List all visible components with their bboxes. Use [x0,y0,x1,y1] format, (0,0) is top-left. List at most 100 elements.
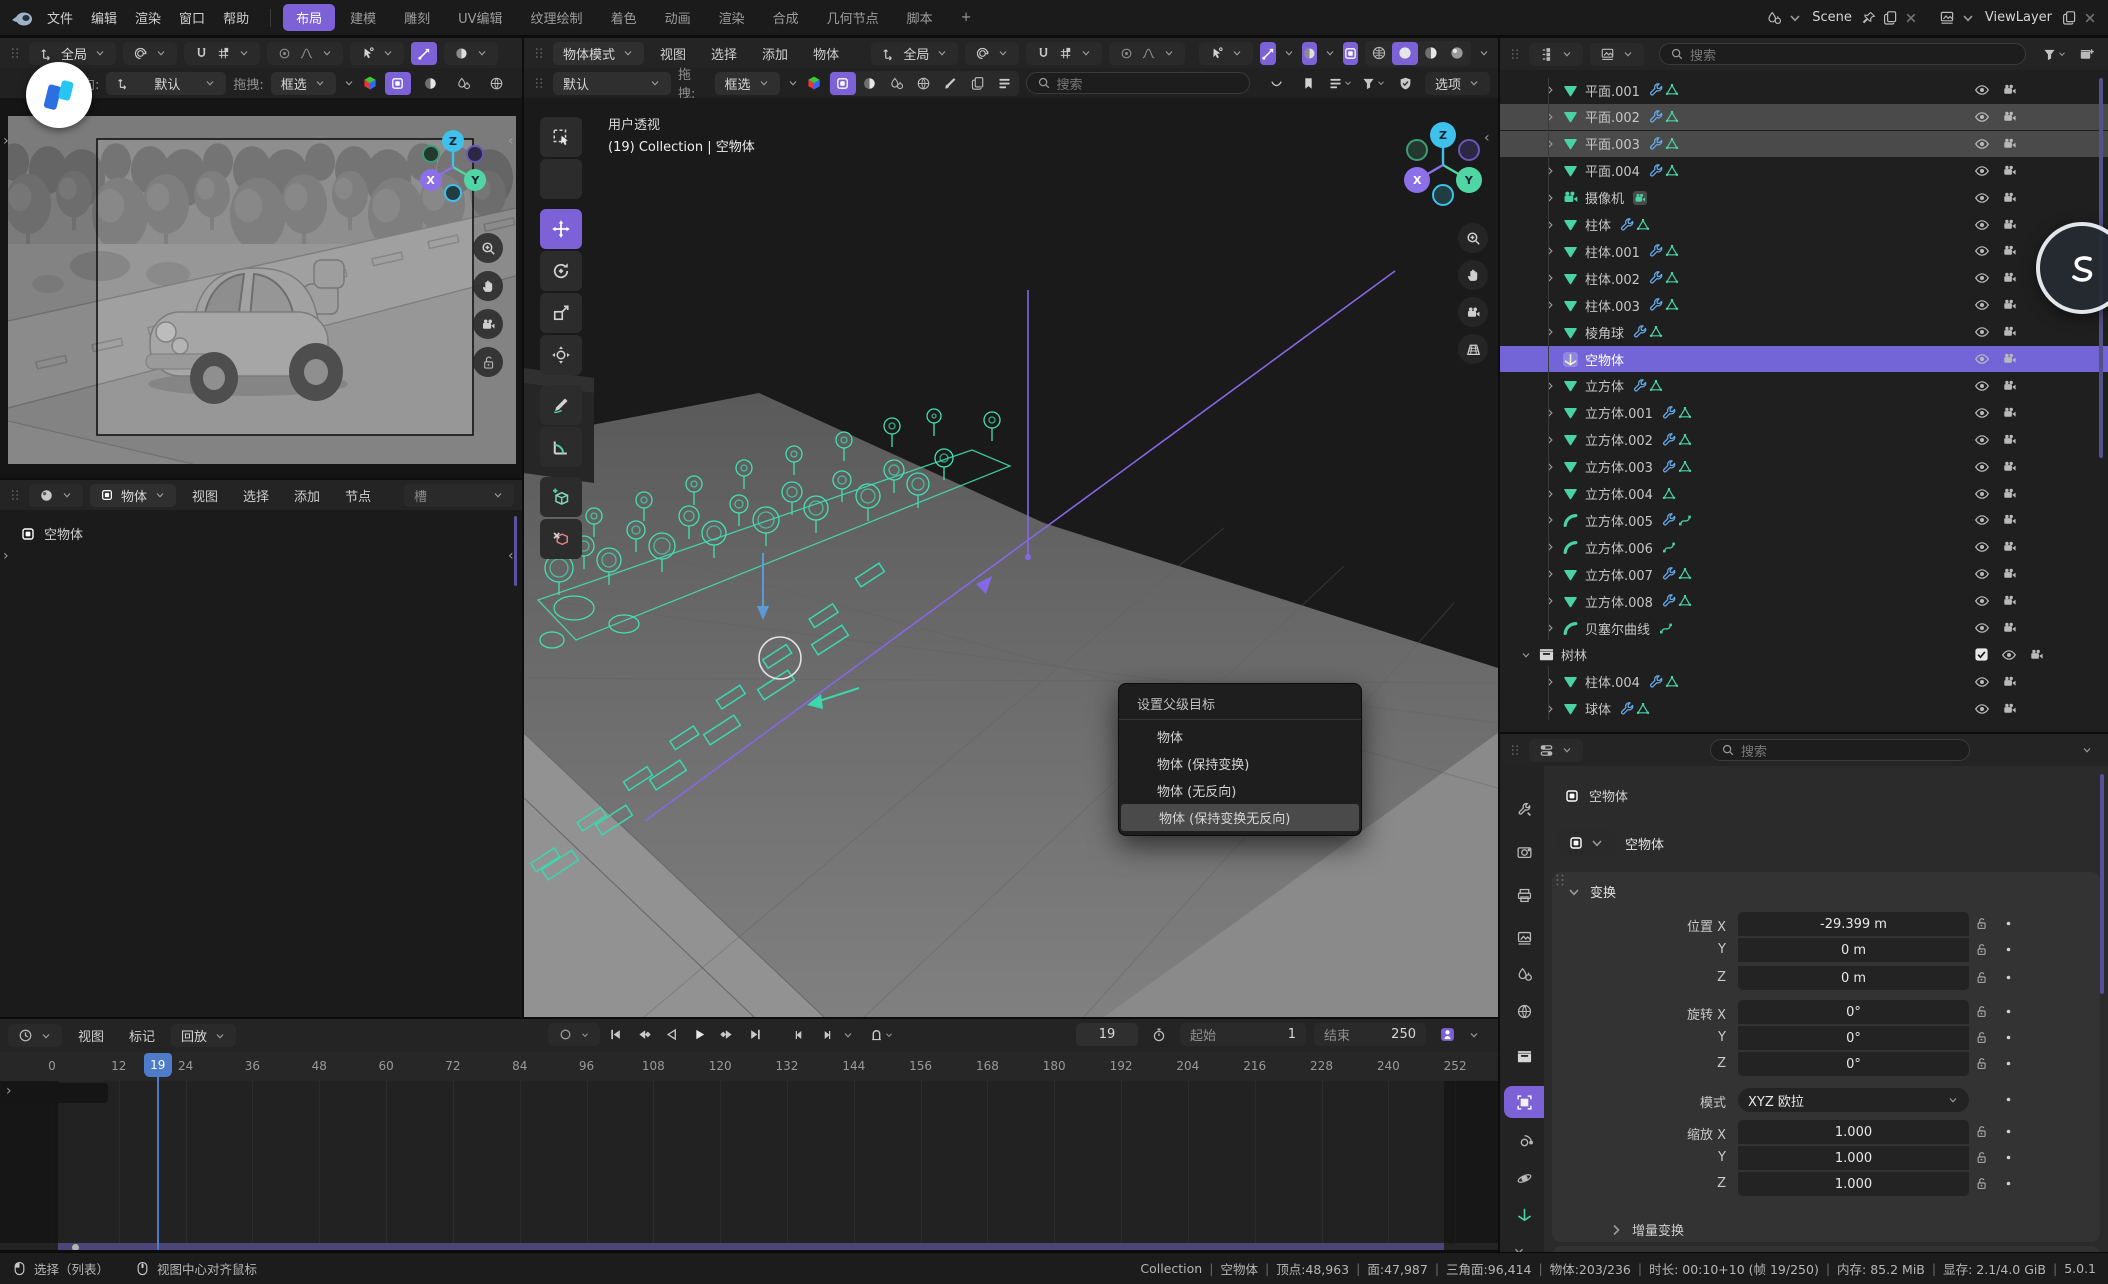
properties-tab-collection[interactable] [1504,1040,1544,1072]
scene-icon[interactable] [1766,10,1782,26]
eye-icon[interactable] [1974,566,1990,582]
editor-type-selector[interactable] [29,484,83,507]
camera-visibility-icon[interactable] [2002,486,2018,502]
outliner-row[interactable]: 贝塞尔曲线 [1500,615,2108,641]
eye-icon[interactable] [1974,459,1990,475]
transform-value-field[interactable]: 0 m [1738,938,1969,962]
outliner-row[interactable]: 摄像机 [1500,185,2108,211]
object-name-field[interactable]: 空物体 [1625,834,1664,853]
gizmo-axis-x[interactable]: X [1404,167,1430,193]
xray-toggle[interactable] [1343,42,1358,65]
camera-visibility-icon[interactable] [2002,270,2018,286]
panel-collapse-icon[interactable]: ‹ [508,548,514,564]
lock-icon[interactable] [1974,942,1989,961]
duplicate-toggle[interactable] [965,72,991,95]
select-mode-toggle[interactable] [830,72,856,95]
animate-property-dot[interactable] [2002,1151,2015,1168]
channel-expand-icon[interactable]: › [6,1083,12,1099]
close-x-icon[interactable] [1903,10,1919,26]
zoom-in-button[interactable] [473,233,503,263]
snap-toggle[interactable] [184,42,260,65]
next-frame-button[interactable] [814,1023,840,1046]
outliner-row[interactable]: 空物体 [1500,346,2108,372]
gizmo-axis-z[interactable]: Z [1430,122,1456,148]
transform-value-field[interactable]: -29.399 m [1738,912,1969,936]
color-cube-icon[interactable] [362,75,378,91]
outliner-row[interactable]: 柱体.004 [1500,669,2108,695]
chevron-right-icon[interactable] [1544,703,1556,715]
camera-visibility-icon[interactable] [2002,593,2018,609]
tool-annotate[interactable] [540,385,582,425]
stopwatch-button[interactable] [1146,1023,1172,1046]
properties-tab-tool[interactable] [1504,793,1544,825]
topbar-menu-2[interactable]: 渲染 [126,8,170,27]
keying-set-button[interactable] [1434,1023,1460,1046]
wrench-icon[interactable] [1632,378,1648,394]
chevron-right-icon[interactable] [1544,514,1556,526]
object-id-selector[interactable] [1558,830,1615,856]
camera-visibility-icon[interactable] [2002,566,2018,582]
chevron-right-icon[interactable] [1544,568,1556,580]
chevron-down-icon[interactable] [1589,835,1605,851]
prev-keyframe-button[interactable] [630,1023,656,1046]
animate-property-dot[interactable] [2002,1093,2015,1110]
wrench-icon[interactable] [1619,701,1635,717]
lock-open-button[interactable] [473,347,503,377]
wrench-icon[interactable] [1648,297,1664,313]
wrench-icon[interactable] [1661,432,1677,448]
tool-transform[interactable] [540,335,582,375]
playback-dropdown[interactable]: 回放 [171,1024,236,1047]
workspace-tab-10[interactable]: 脚本 [894,4,946,31]
wrench-icon[interactable] [1648,270,1664,286]
orientation-selector[interactable]: 全局 [871,42,958,65]
camera-visibility-icon[interactable] [2002,432,2018,448]
camera-visibility-icon[interactable] [2002,136,2018,152]
chevron-down-icon[interactable] [1520,649,1532,661]
outliner-row[interactable]: 平面.001 [1500,77,2108,103]
timeline-menu-1[interactable]: 标记 [120,1026,164,1045]
properties-tab-world[interactable] [1504,995,1544,1027]
outliner-row[interactable]: 柱体.003 [1500,292,2108,318]
chevron-down-icon[interactable] [1324,47,1336,59]
context-menu-item-0[interactable]: 物体 [1119,723,1361,750]
tabs-overflow-icon[interactable] [1512,1244,1526,1252]
context-menu-item-3[interactable]: 物体 (保持变换无反向) [1121,804,1359,831]
lock-icon[interactable] [1974,1030,1989,1049]
timeline-menu-0[interactable]: 视图 [69,1026,113,1045]
eye-icon[interactable] [1974,701,1990,717]
ortho-grid-button[interactable] [1458,334,1488,364]
properties-tab-object-data[interactable] [1504,1198,1544,1230]
meshdata-icon[interactable] [1664,82,1680,98]
shader-menu-0[interactable]: 视图 [183,486,227,505]
camera-small-button[interactable] [473,309,503,339]
tool-add-cube[interactable] [540,477,582,517]
chevron-right-icon[interactable] [1544,434,1556,446]
lock-icon[interactable] [1974,1150,1989,1169]
shader-menu-3[interactable]: 节点 [336,486,380,505]
color-cube-icon[interactable] [806,75,822,91]
wrench-icon[interactable] [1619,217,1635,233]
chevron-right-icon[interactable] [1544,111,1556,123]
eye-icon[interactable] [1974,163,1990,179]
scrollbar[interactable] [2100,774,2104,994]
lock-icon[interactable] [1974,970,1989,989]
chevron-right-icon[interactable] [1544,488,1556,500]
workspace-tab-2[interactable]: 雕刻 [391,4,443,31]
animate-property-dot[interactable] [2002,917,2015,934]
prev-frame-button[interactable] [786,1023,812,1046]
jump-start-button[interactable] [602,1023,628,1046]
panel-collapse-icon[interactable]: ‹ [1484,130,1490,146]
animate-property-dot[interactable] [2002,1057,2015,1074]
animate-property-dot[interactable] [2002,971,2015,988]
topbar-menu-0[interactable]: 文件 [38,8,82,27]
chevron-right-icon[interactable] [1544,676,1556,688]
meshdata-icon[interactable] [1677,593,1693,609]
chevron-right-icon[interactable] [1544,299,1556,311]
animate-property-dot[interactable] [2002,1125,2015,1142]
gizmo-axis-minus-x[interactable] [1458,139,1480,161]
overlay-frame-icon[interactable] [20,526,36,542]
workspace-tab-3[interactable]: UV编辑 [445,4,515,31]
panel-collapse-icon[interactable]: › [3,548,9,564]
topbar-menu-1[interactable]: 编辑 [82,8,126,27]
eye-icon[interactable] [1974,109,1990,125]
